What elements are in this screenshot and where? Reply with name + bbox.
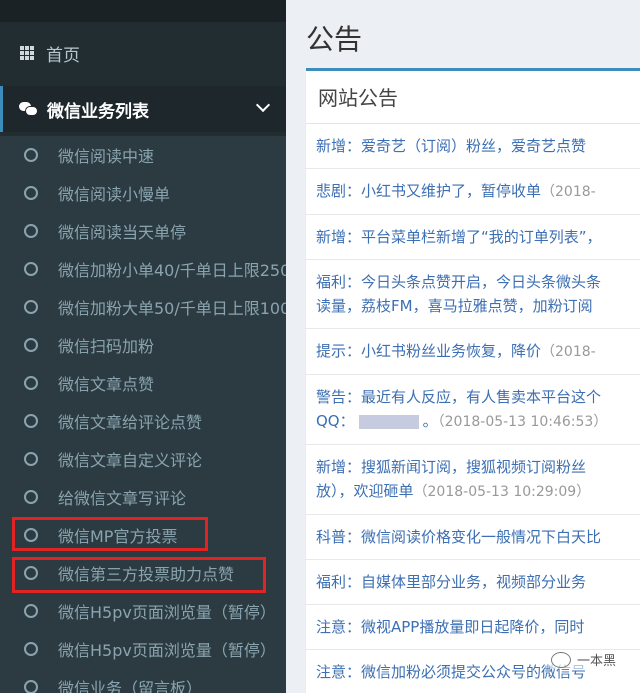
announcement-date: （2018-05-13 10:29:09） [413,484,591,500]
announcement-text: 放），欢迎砸单 [316,482,414,500]
announcement-text: 读量，荔枝FM，喜马拉雅点赞，加粉订阅 [316,297,593,315]
announcement-item[interactable]: 新增：爱奇艺（订阅）粉丝，爱奇艺点赞 [306,124,640,169]
page-title: 公告 [306,23,363,56]
announcement-item[interactable]: 科普：微信阅读价格变化一般情况下白天比 [306,515,640,560]
announcement-text: 新增：平台菜单栏新增了“我的订单列表”， [316,228,602,246]
submenu-item[interactable]: 微信文章给评论点赞 [0,402,286,440]
announcement-text: 新增：爱奇艺（订阅）粉丝，爱奇艺点赞 [316,137,587,155]
circle-icon [24,148,38,162]
announcement-text: 警告：最近有人反应，有人售卖本平台这个 [316,388,602,406]
grid-icon [20,46,34,60]
submenu-item[interactable]: 微信加粉小单40/千单日上限2500 [0,250,286,288]
circle-icon [24,414,38,428]
submenu-item[interactable]: 微信业务（留言板） [0,668,286,693]
announcement-item[interactable]: 福利：今日头条点赞开启，今日头条微头条 读量，荔枝FM，喜马拉雅点赞，加粉订阅 [306,260,640,329]
announcement-text: QQ： [316,412,355,430]
submenu-item-label: 微信阅读当天单停 [58,223,187,242]
submenu-item-label: 微信阅读小慢单 [58,185,171,204]
announcement-text: 新增：搜狐新闻订阅，搜狐视频订阅粉丝 [316,458,587,476]
submenu-item-label: 微信H5pv页面浏览量（暂停） [58,641,276,660]
circle-icon [24,642,38,656]
submenu-item[interactable]: 微信阅读中速 [0,136,286,174]
circle-icon [24,376,38,390]
submenu-item-label: 微信文章给评论点赞 [58,413,203,432]
sidebar: 首页 微信业务列表 微信阅读中速 微信阅读小慢单 微信阅读当天单停 微信加粉小单… [0,0,286,693]
sidebar-submenu: 微信阅读中速 微信阅读小慢单 微信阅读当天单停 微信加粉小单40/千单日上限25… [0,136,286,693]
circle-icon [24,262,38,276]
announcement-date: （2018-05-13 10:46:53） [437,414,608,430]
announcement-text: 福利：今日头条点赞开启，今日头条微头条 [316,273,602,291]
announcement-text: 注意：微视APP播放量即日起降价，同时 [316,618,585,636]
submenu-item-label: 微信业务（留言板） [58,679,203,693]
circle-icon [24,680,38,693]
blurred-qq-number [358,414,419,429]
submenu-item-label: 给微信文章写评论 [58,489,187,508]
circle-icon [24,300,38,314]
circle-icon [24,452,38,466]
sidebar-top-strip [0,0,286,22]
circle-icon [24,604,38,618]
highlight-box [12,557,266,593]
announcement-item[interactable]: 提示：小红书粉丝业务恢复，降价（2018- [306,329,640,375]
submenu-item[interactable]: 微信加粉大单50/千单日上限1000 [0,288,286,326]
watermark: 一本黑 [550,650,616,669]
main-content: 公告 网站公告 新增：爱奇艺（订阅）粉丝，爱奇艺点赞 悲剧：小红书又维护了，暂停… [286,0,640,693]
circle-icon [24,338,38,352]
comments-icon [19,102,38,116]
circle-icon [24,490,38,504]
announcement-item[interactable]: 注意：微视APP播放量即日起降价，同时 [306,605,640,650]
submenu-item-label: 微信加粉小单40/千单日上限2500 [58,261,286,280]
sidebar-item-label: 首页 [46,45,80,66]
submenu-item[interactable]: 微信文章自定义评论 [0,440,286,478]
submenu-item[interactable]: 微信阅读当天单停 [0,212,286,250]
submenu-item[interactable]: 微信阅读小慢单 [0,174,286,212]
circle-icon [24,224,38,238]
announcement-item[interactable]: 新增：搜狐新闻订阅，搜狐视频订阅粉丝 放），欢迎砸单（2018-05-13 10:… [306,445,640,515]
announcement-item[interactable]: 福利：自媒体里部分业务，视频部分业务 [306,560,640,605]
sidebar-item-home[interactable]: 首页 [0,32,286,74]
announcement-date: （2018- [541,344,596,360]
highlight-box [12,517,208,551]
submenu-item[interactable]: 给微信文章写评论 [0,478,286,516]
circle-icon [24,186,38,200]
announcement-date: （2018- [541,184,596,200]
submenu-item[interactable]: 微信H5pv页面浏览量（暂停） [0,630,286,668]
announcement-text: 科普：微信阅读价格变化一般情况下白天比 [316,528,602,546]
announcement-box: 网站公告 新增：爱奇艺（订阅）粉丝，爱奇艺点赞 悲剧：小红书又维护了，暂停收单（… [306,68,640,693]
watermark-text: 一本黑 [576,654,616,669]
submenu-item[interactable]: 微信文章点赞 [0,364,286,402]
submenu-item-label: 微信文章点赞 [58,375,155,394]
announcement-item[interactable]: 悲剧：小红书又维护了，暂停收单（2018- [306,169,640,215]
announcement-text: 注意：微信加粉必须提交公众号的微信号 [316,663,587,681]
sidebar-section-wechat[interactable]: 微信业务列表 [0,86,286,132]
announcement-item[interactable]: 警告：最近有人反应，有人售卖本平台这个 QQ： 。（2018-05-13 10:46… [306,375,640,445]
submenu-item-label: 微信阅读中速 [58,147,155,166]
submenu-item[interactable]: 微信H5pv页面浏览量（暂停） [0,592,286,630]
submenu-item-label: 微信文章自定义评论 [58,451,203,470]
submenu-item[interactable]: 微信扫码加粉 [0,326,286,364]
chevron-down-icon[interactable] [255,97,271,113]
submenu-item-label: 微信H5pv页面浏览量（暂停） [58,603,276,622]
submenu-item-label: 微信加粉大单50/千单日上限1000 [58,299,286,318]
announcement-text: 悲剧：小红书又维护了，暂停收单 [316,182,542,200]
submenu-item-label: 微信扫码加粉 [58,337,155,356]
announcement-item[interactable]: 新增：平台菜单栏新增了“我的订单列表”， [306,215,640,260]
wechat-logo-icon [550,651,571,668]
announcement-text: 福利：自媒体里部分业务，视频部分业务 [316,573,587,591]
announcement-text: 提示：小红书粉丝业务恢复，降价 [316,342,542,360]
sidebar-section-label: 微信业务列表 [47,101,149,122]
box-title: 网站公告 [306,71,640,124]
